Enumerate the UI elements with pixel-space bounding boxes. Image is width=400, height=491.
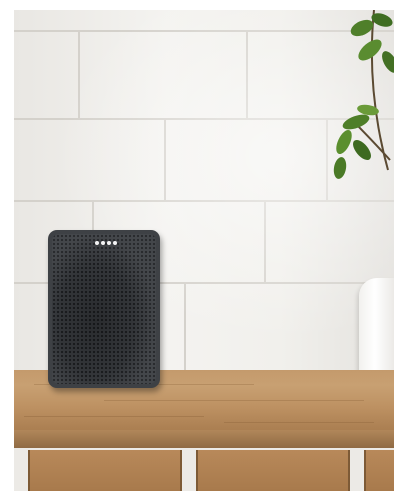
status-led [101, 241, 105, 245]
wood-grain [104, 400, 364, 401]
status-led [113, 241, 117, 245]
status-led [95, 241, 99, 245]
wood-grain [224, 422, 374, 423]
table-edge [14, 430, 394, 448]
status-led [107, 241, 111, 245]
table-drawer [364, 450, 394, 491]
table-drawer [28, 450, 182, 491]
speaker-shading [52, 234, 156, 384]
wood-grain [24, 416, 204, 417]
product-photo [14, 10, 394, 491]
smart-speaker-icon [48, 230, 160, 388]
table-drawer [196, 450, 350, 491]
houseplant-icon [333, 10, 394, 179]
